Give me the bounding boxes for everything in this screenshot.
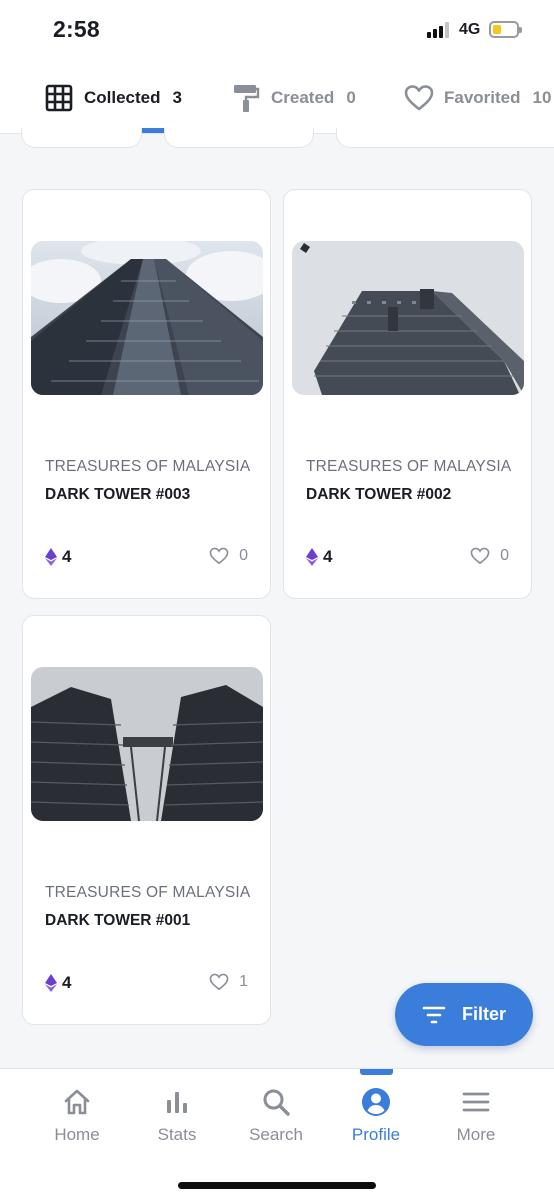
like-count: 0 [239, 547, 248, 564]
nav-search[interactable]: Search [226, 1087, 326, 1157]
status-bar: 2:58 4G [0, 0, 554, 60]
nft-card[interactable]: TREASURES OF MALAYSIA DARK TOWER #001 4 … [22, 615, 271, 1025]
like-button[interactable]: 1 [209, 973, 248, 991]
filter-label: Filter [461, 1004, 506, 1024]
collection-name: TREASURES OF MALAYSIA [306, 458, 512, 475]
heart-icon [209, 973, 229, 991]
nav-home[interactable]: Home [27, 1087, 127, 1157]
chip-stub[interactable] [21, 128, 142, 148]
nav-more[interactable]: More [426, 1087, 526, 1157]
menu-icon [462, 1092, 490, 1112]
profile-tabs: Collected 3 Created 0 Favorited 10 [0, 60, 554, 134]
nft-card[interactable]: TREASURES OF MALAYSIA DARK TOWER #003 4 … [22, 189, 271, 599]
status-time: 2:58 [53, 16, 100, 42]
tab-label: Collected [84, 88, 161, 107]
nav-label: Search [249, 1125, 303, 1144]
tab-collected[interactable]: Collected 3 [44, 78, 182, 118]
paint-roller-icon [231, 83, 261, 113]
nft-card[interactable]: TREASURES OF MALAYSIA DARK TOWER #002 4 … [283, 189, 532, 599]
nav-label: Profile [351, 1125, 401, 1144]
like-count: 0 [500, 547, 509, 564]
ethereum-icon [306, 548, 318, 566]
item-price: 4 [45, 973, 71, 993]
nft-image[interactable] [31, 241, 263, 395]
heart-icon [209, 547, 229, 565]
collection-name: TREASURES OF MALAYSIA [45, 458, 251, 475]
collection-name: TREASURES OF MALAYSIA [45, 884, 251, 901]
item-name: DARK TOWER #001 [45, 912, 191, 929]
tab-label: Created [271, 88, 335, 107]
nav-label: Home [54, 1125, 100, 1144]
item-name: DARK TOWER #002 [306, 486, 452, 503]
filter-button[interactable]: Filter [395, 983, 533, 1046]
nav-label: Stats [157, 1125, 197, 1144]
like-button[interactable]: 0 [470, 547, 509, 565]
battery-level [493, 25, 501, 34]
item-price: 4 [45, 547, 71, 567]
bottom-nav: Home Stats Search Profile More [0, 1068, 554, 1200]
battery-icon [489, 21, 522, 38]
nav-active-indicator [360, 1069, 393, 1075]
nav-label: More [456, 1125, 496, 1144]
chip-stub[interactable] [336, 128, 554, 148]
grid-icon [44, 83, 74, 113]
tab-count: 3 [172, 88, 182, 107]
tab-favorited[interactable]: Favorited 10 [404, 78, 551, 118]
cellular-signal-icon [427, 22, 451, 38]
heart-icon [470, 547, 490, 565]
home-indicator[interactable] [178, 1182, 376, 1189]
ethereum-icon [45, 974, 57, 992]
network-type: 4G [459, 21, 481, 38]
tab-count: 10 [532, 88, 552, 107]
item-name: DARK TOWER #003 [45, 486, 191, 503]
chip-stub[interactable] [164, 128, 314, 148]
tab-created[interactable]: Created 0 [231, 78, 356, 118]
price-value: 4 [62, 547, 72, 566]
like-count: 1 [239, 973, 248, 990]
item-price: 4 [306, 547, 332, 567]
ethereum-icon [45, 548, 57, 566]
price-value: 4 [323, 547, 333, 566]
nav-profile[interactable]: Profile [326, 1087, 426, 1157]
filter-icon [422, 1006, 446, 1023]
nft-image[interactable] [292, 241, 524, 395]
tab-count: 0 [346, 88, 356, 107]
tab-label: Favorited [444, 88, 521, 107]
user-circle-icon [362, 1088, 390, 1116]
heart-icon [404, 83, 434, 113]
search-icon [263, 1089, 290, 1116]
price-value: 4 [62, 973, 72, 992]
home-icon [64, 1089, 90, 1115]
bar-chart-icon [167, 1092, 187, 1113]
like-button[interactable]: 0 [209, 547, 248, 565]
nav-stats[interactable]: Stats [127, 1087, 227, 1157]
nft-image[interactable] [31, 667, 263, 821]
